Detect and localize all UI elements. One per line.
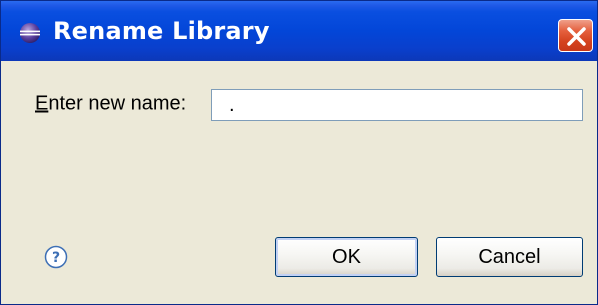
close-button[interactable]: [558, 19, 593, 52]
cancel-button[interactable]: Cancel: [436, 237, 583, 277]
dialog-title: Rename Library: [53, 17, 270, 45]
ok-button[interactable]: OK: [275, 237, 418, 277]
rename-library-dialog: Rename Library Enter new name: ? OK Canc…: [0, 0, 598, 305]
new-name-input[interactable]: [211, 89, 583, 121]
title-bar[interactable]: Rename Library: [1, 1, 597, 61]
close-icon: [567, 27, 586, 46]
label-mnemonic: E: [35, 92, 49, 115]
label-text: nter new name:: [48, 92, 187, 115]
new-name-label: Enter new name:: [35, 93, 186, 116]
eclipse-icon: [20, 23, 40, 43]
cancel-button-label: Cancel: [478, 246, 541, 268]
help-icon[interactable]: ?: [44, 245, 68, 269]
svg-text:?: ?: [52, 250, 60, 266]
ok-button-label: OK: [332, 246, 361, 268]
